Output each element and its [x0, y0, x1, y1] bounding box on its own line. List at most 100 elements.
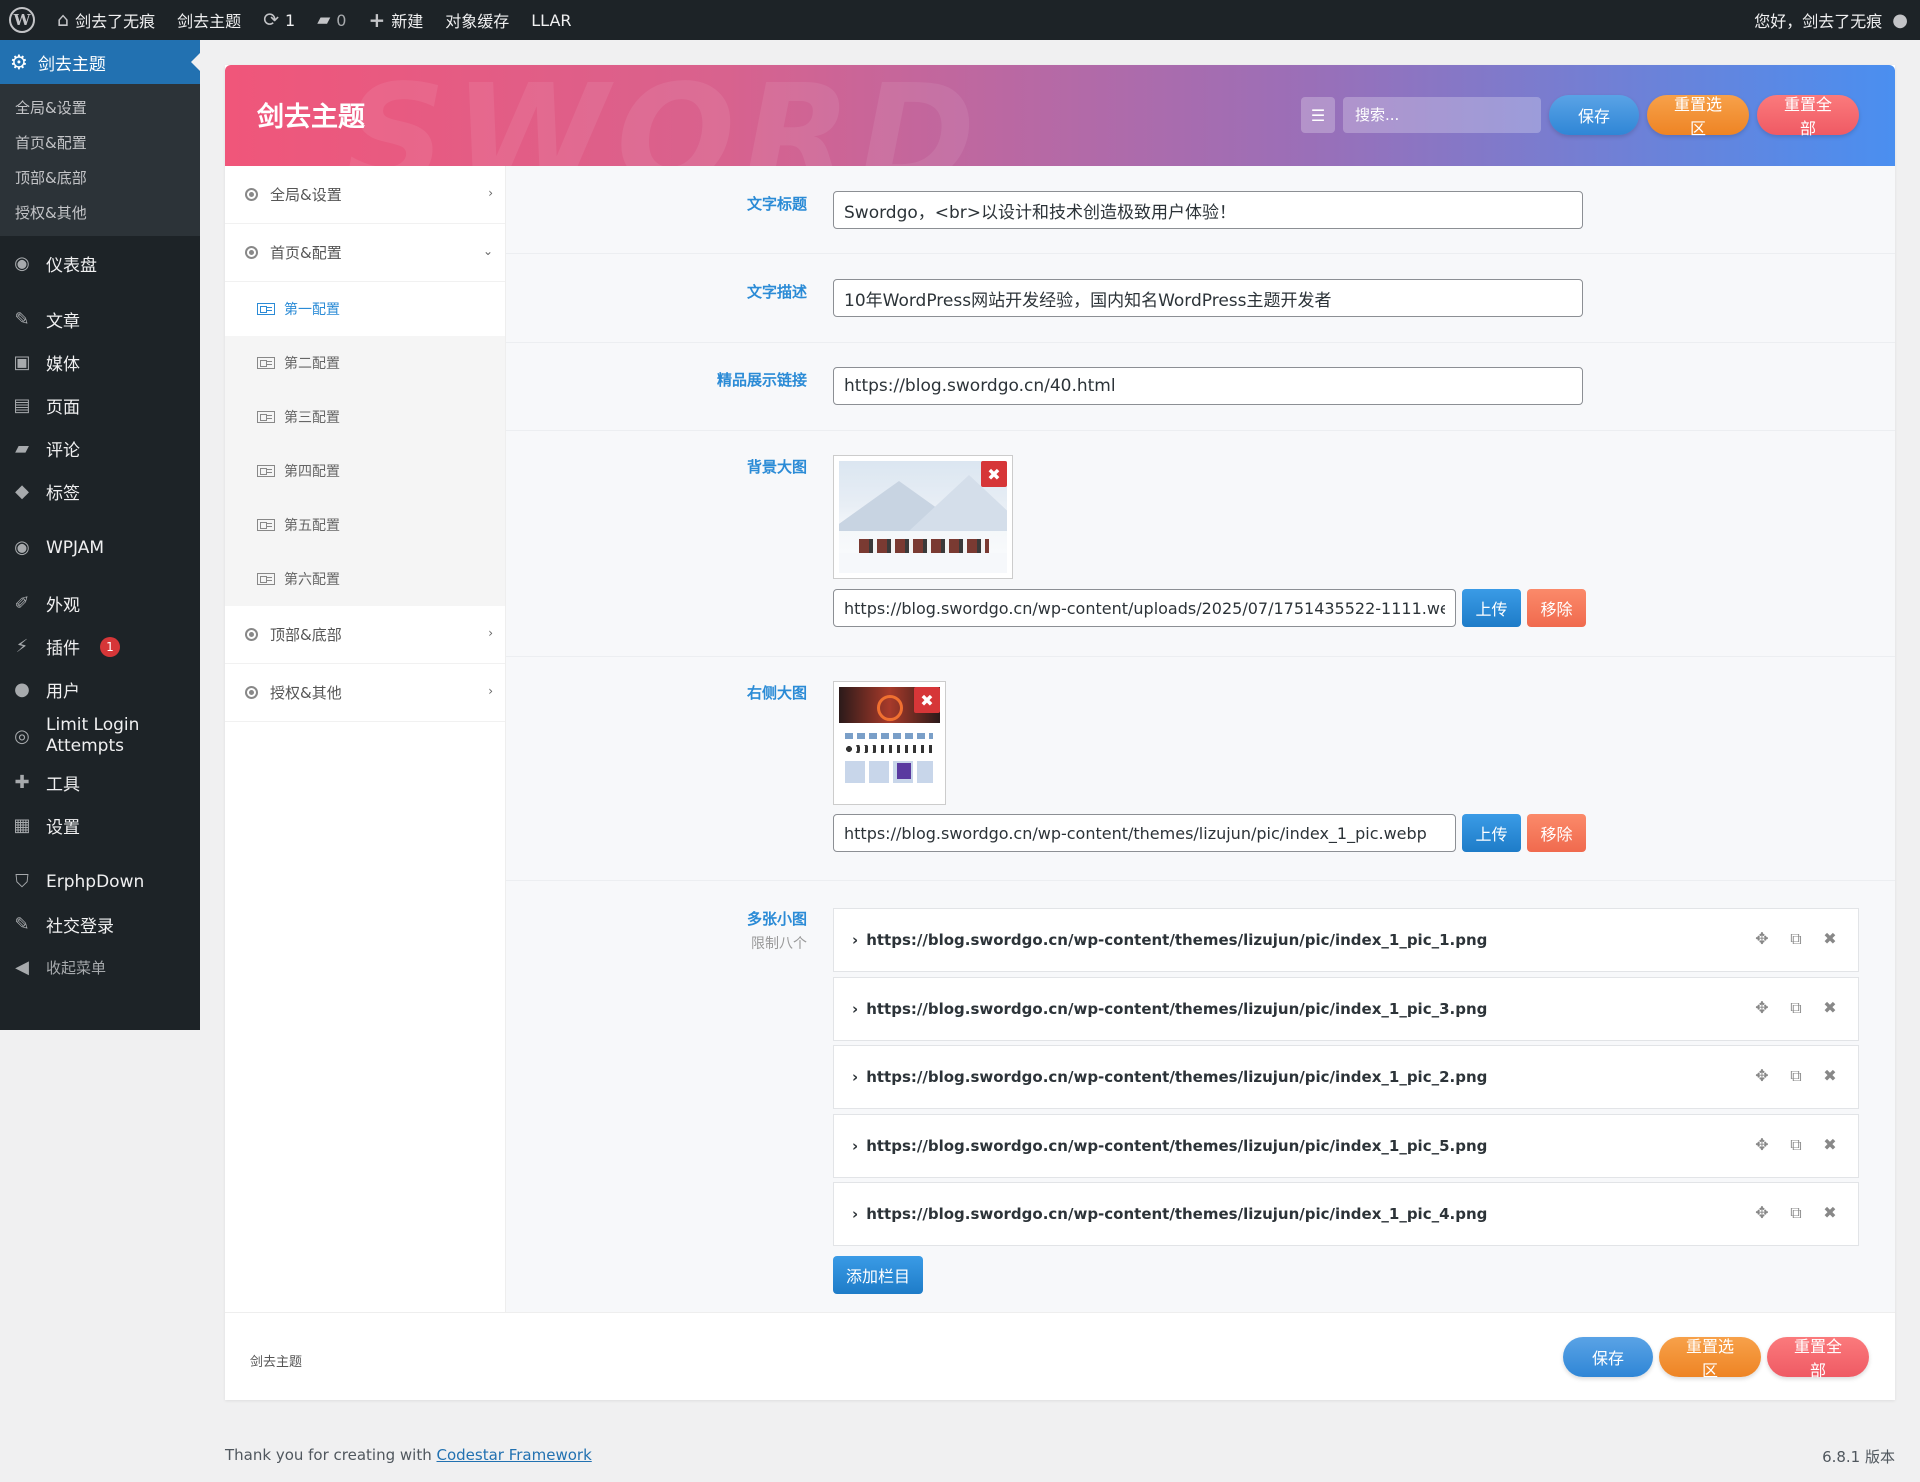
gallery-item-title: https://blog.swordgo.cn/wp-content/theme… [866, 1068, 1488, 1086]
radio-dot-icon [245, 246, 258, 259]
clone-icon[interactable]: ⧉ [1786, 1135, 1806, 1155]
gallery-item-title: https://blog.swordgo.cn/wp-content/theme… [866, 1000, 1488, 1018]
close-icon[interactable]: ✖ [1820, 929, 1840, 949]
menu-theme-head[interactable]: ⚙ 剑去主题 [0, 40, 200, 84]
add-item-button[interactable]: 添加栏目 [833, 1256, 923, 1294]
updates-link[interactable]: ⟳ 1 [252, 0, 306, 40]
menu-collapse[interactable]: ◀ 收起菜单 [0, 946, 200, 989]
menu-comments[interactable]: ▰ 评论 [0, 427, 200, 470]
admin-menu: ⚙ 剑去主题 全局&设置 首页&配置 顶部&底部 授权&其他 ◉ 仪表盘 ✎ 文… [0, 40, 200, 1030]
menu-settings[interactable]: ▦ 设置 [0, 804, 200, 847]
chevron-right-icon: › [852, 1068, 859, 1086]
llar-link[interactable]: LLAR [520, 0, 582, 40]
nav-sub-item-6[interactable]: 第六配置 [225, 552, 505, 606]
reset-section-button[interactable]: 重置选区 [1647, 95, 1749, 138]
clone-icon[interactable]: ⧉ [1786, 1066, 1806, 1086]
nav-section-license[interactable]: 授权&其他 › [225, 664, 505, 722]
submenu-item[interactable]: 授权&其他 [0, 195, 200, 230]
description-input[interactable] [833, 279, 1583, 317]
new-label: 新建 [391, 12, 424, 31]
theme-link[interactable]: 剑去主题 [166, 0, 252, 40]
close-icon[interactable]: ✖ [1820, 1203, 1840, 1223]
gallery-item[interactable]: › https://blog.swordgo.cn/wp-content/them… [833, 908, 1859, 972]
menu-dashboard[interactable]: ◉ 仪表盘 [0, 242, 200, 285]
new-content-link[interactable]: + 新建 [357, 0, 434, 40]
my-account[interactable]: 您好，剑去了无痕 ● [1754, 8, 1920, 32]
menu-limit-login[interactable]: ◎ Limit Login Attempts [0, 711, 200, 761]
clone-icon[interactable]: ⧉ [1786, 929, 1806, 949]
nav-section-home[interactable]: 首页&配置 ⌄ [225, 224, 505, 282]
remove-image-button[interactable]: ✖ [914, 687, 940, 713]
menu-tools[interactable]: ✚ 工具 [0, 761, 200, 804]
clone-icon[interactable]: ⧉ [1786, 1203, 1806, 1223]
site-name-link[interactable]: ⌂ 剑去了无痕 [46, 0, 166, 40]
nav-sub-label: 第五配置 [284, 518, 340, 534]
gallery-item[interactable]: › https://blog.swordgo.cn/wp-content/them… [833, 1045, 1859, 1109]
nav-sub-label: 第三配置 [284, 410, 340, 426]
upload-button[interactable]: 上传 [1462, 814, 1521, 852]
dashboard-icon: ◉ [14, 253, 30, 274]
move-icon[interactable]: ✥ [1752, 1203, 1772, 1223]
nav-sub-item-3[interactable]: 第三配置 [225, 390, 505, 444]
field-label: 文字标题 [746, 195, 807, 213]
menu-social-login[interactable]: ✎ 社交登录 [0, 903, 200, 946]
menu-label: 工具 [46, 775, 80, 795]
pages-icon: ▤ [13, 395, 31, 416]
save-button[interactable]: 保存 [1549, 95, 1639, 135]
nav-sub-item-4[interactable]: 第四配置 [225, 444, 505, 498]
right-image-url-input[interactable] [833, 814, 1456, 852]
greeting: 您好，剑去了无痕 [1754, 12, 1883, 31]
move-icon[interactable]: ✥ [1752, 998, 1772, 1018]
menu-pages[interactable]: ▤ 页面 [0, 384, 200, 427]
expand-all-button[interactable]: ☰ [1301, 97, 1335, 133]
comments-link[interactable]: ▰ 0 [306, 0, 357, 40]
search-input[interactable] [1343, 97, 1541, 133]
menu-posts[interactable]: ✎ 文章 [0, 298, 200, 341]
remove-image-button[interactable]: ✖ [981, 461, 1007, 487]
title-input[interactable] [833, 191, 1583, 229]
menu-erphpdown[interactable]: ⛉ ErphpDown [0, 860, 200, 903]
nav-sub-item-1[interactable]: 第一配置 [225, 282, 505, 336]
move-icon[interactable]: ✥ [1752, 1066, 1772, 1086]
close-icon[interactable]: ✖ [1820, 998, 1840, 1018]
gallery-item-title: https://blog.swordgo.cn/wp-content/theme… [866, 1137, 1488, 1155]
reset-all-button[interactable]: 重置全部 [1757, 95, 1859, 138]
nav-sub-item-5[interactable]: 第五配置 [225, 498, 505, 552]
comments-count: 0 [336, 10, 347, 30]
footer-reset-section-button[interactable]: 重置选区 [1659, 1337, 1761, 1380]
nav-section-header-footer[interactable]: 顶部&底部 › [225, 606, 505, 664]
gallery-item[interactable]: › https://blog.swordgo.cn/wp-content/them… [833, 1182, 1859, 1246]
menu-plugins[interactable]: ⚡ 插件 1 [0, 625, 200, 668]
showcase-link-input[interactable] [833, 367, 1583, 405]
card-icon [257, 357, 275, 369]
wp-logo-menu[interactable]: W [0, 0, 46, 40]
menu-tags[interactable]: ◆ 标签 [0, 470, 200, 513]
remove-button[interactable]: 移除 [1527, 814, 1586, 852]
submenu-item[interactable]: 顶部&底部 [0, 160, 200, 195]
menu-label: 页面 [46, 398, 80, 418]
footer-save-button[interactable]: 保存 [1563, 1337, 1653, 1377]
upload-button[interactable]: 上传 [1462, 589, 1521, 627]
nav-sub-item-2[interactable]: 第二配置 [225, 336, 505, 390]
submenu-item[interactable]: 首页&配置 [0, 125, 200, 160]
footer-reset-all-button[interactable]: 重置全部 [1767, 1337, 1869, 1380]
gallery-item[interactable]: › https://blog.swordgo.cn/wp-content/them… [833, 977, 1859, 1041]
remove-button[interactable]: 移除 [1527, 589, 1586, 627]
object-cache-link[interactable]: 对象缓存 [434, 0, 520, 40]
move-icon[interactable]: ✥ [1752, 929, 1772, 949]
close-icon[interactable]: ✖ [1820, 1066, 1840, 1086]
submenu-item[interactable]: 全局&设置 [0, 90, 200, 125]
close-icon[interactable]: ✖ [1820, 1135, 1840, 1155]
menu-wpjam[interactable]: ◉ WPJAM [0, 526, 200, 569]
framework-link[interactable]: Codestar Framework [437, 1446, 592, 1464]
menu-media[interactable]: ▣ 媒体 [0, 341, 200, 384]
nav-section-global[interactable]: 全局&设置 › [225, 166, 505, 224]
gallery-item[interactable]: › https://blog.swordgo.cn/wp-content/them… [833, 1114, 1859, 1178]
menu-appearance[interactable]: ✐ 外观 [0, 582, 200, 625]
move-icon[interactable]: ✥ [1752, 1135, 1772, 1155]
radio-dot-icon [245, 686, 258, 699]
clone-icon[interactable]: ⧉ [1786, 998, 1806, 1018]
background-image-url-input[interactable] [833, 589, 1456, 627]
menu-users[interactable]: ● 用户 [0, 668, 200, 711]
gallery-item-title: https://blog.swordgo.cn/wp-content/theme… [866, 931, 1488, 949]
